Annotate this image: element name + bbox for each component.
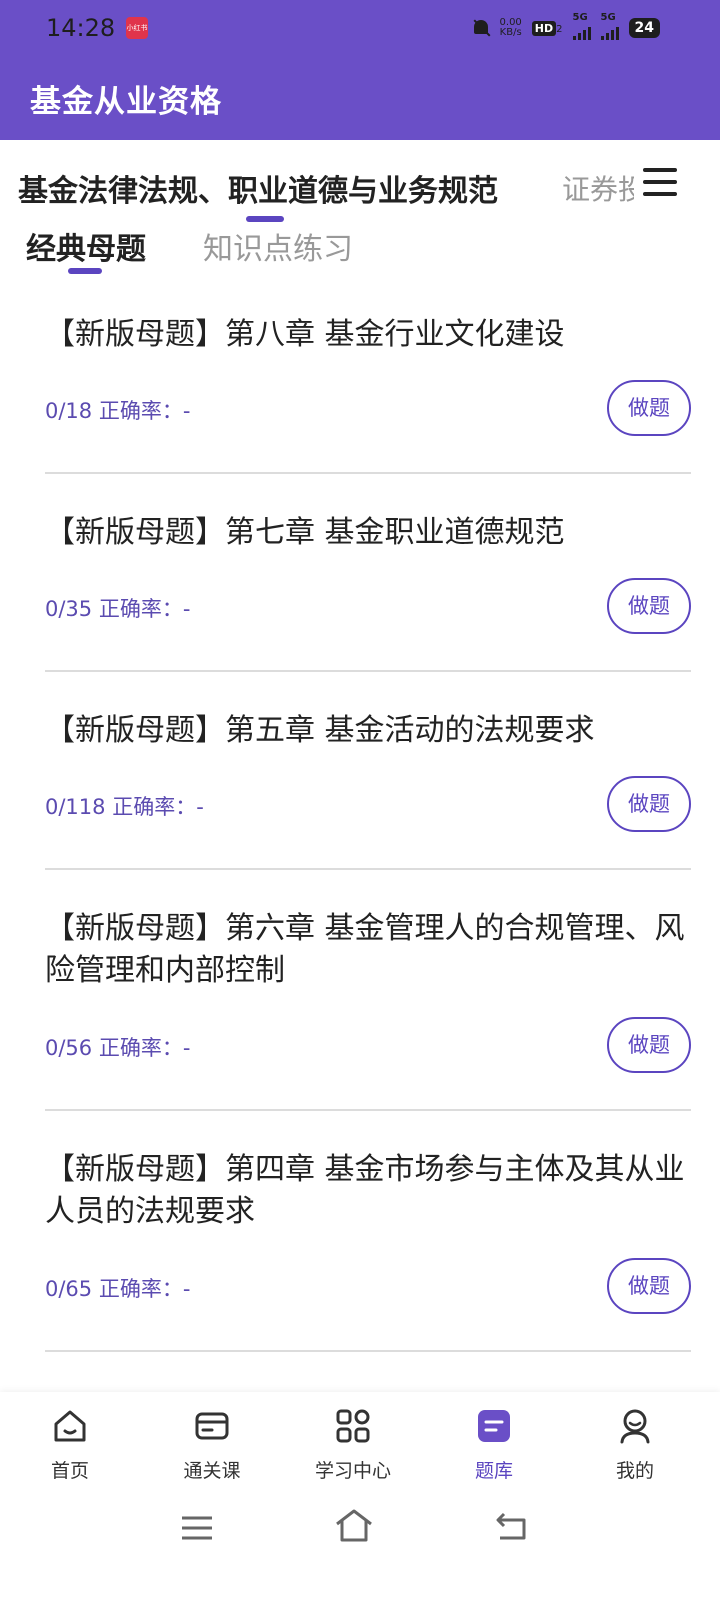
subtab-indicator bbox=[68, 268, 102, 274]
nav-label: 通关课 bbox=[183, 1460, 241, 1482]
nav-study-center[interactable]: 学习中心 bbox=[303, 1406, 403, 1483]
nav-question-bank[interactable]: 题库 bbox=[444, 1406, 544, 1483]
signal-5g-icon: 5G bbox=[572, 12, 591, 40]
nav-label: 我的 bbox=[615, 1460, 654, 1482]
do-questions-button[interactable]: 做题 bbox=[607, 1017, 691, 1073]
system-home-icon[interactable] bbox=[334, 1508, 374, 1542]
item-title: 【新版母题】第六章 基金管理人的合规管理、风险管理和内部控制 bbox=[45, 911, 685, 988]
subject-tab-bar: 基金法律法规、职业道德与业务规范 证券投 bbox=[0, 140, 720, 220]
item-progress: 0/56 正确率：- bbox=[45, 1036, 191, 1060]
system-nav-bar bbox=[0, 1492, 720, 1600]
grid-icon bbox=[333, 1406, 373, 1446]
signal-5g-icon-2: 5G bbox=[600, 12, 619, 40]
item-title: 【新版母题】第七章 基金职业道德规范 bbox=[45, 515, 565, 550]
nav-course[interactable]: 通关课 bbox=[162, 1406, 262, 1483]
notification-app-icon: 小红书 bbox=[126, 17, 148, 39]
status-time: 14:28 bbox=[46, 14, 116, 42]
app-header: 14:28 小红书 0.00 KB/s HD 2 5G 5G 24 基金从业资格 bbox=[0, 0, 720, 140]
bell-muted-icon bbox=[472, 18, 490, 38]
item-progress: 0/35 正确率：- bbox=[45, 597, 191, 621]
home-icon bbox=[50, 1406, 90, 1446]
question-bank-icon bbox=[474, 1406, 514, 1446]
battery-icon: 24 bbox=[628, 18, 660, 38]
subject-tab-active[interactable]: 基金法律法规、职业道德与业务规范 bbox=[18, 166, 498, 210]
nav-label: 题库 bbox=[474, 1460, 513, 1482]
bottom-nav: 首页 通关课 学习中心 题库 我的 bbox=[0, 1392, 720, 1492]
item-progress: 0/18 正确率：- bbox=[45, 399, 191, 423]
list-item[interactable]: 【新版母题】第七章 基金职业道德规范 0/35 正确率：- 做题 bbox=[45, 474, 691, 672]
item-title: 【新版母题】第四章 基金市场参与主体及其从业人员的法规要求 bbox=[45, 1152, 685, 1229]
do-questions-button[interactable]: 做题 bbox=[607, 578, 691, 634]
menu-icon[interactable] bbox=[643, 168, 677, 196]
item-progress: 0/118 正确率：- bbox=[45, 795, 204, 819]
list-item[interactable]: 【新版母题】第六章 基金管理人的合规管理、风险管理和内部控制 0/56 正确率：… bbox=[45, 870, 691, 1111]
profile-icon bbox=[615, 1406, 655, 1446]
item-title: 【新版母题】第五章 基金活动的法规要求 bbox=[45, 713, 595, 748]
nav-profile[interactable]: 我的 bbox=[585, 1406, 685, 1483]
card-icon bbox=[192, 1406, 232, 1446]
nav-home[interactable]: 首页 bbox=[20, 1406, 120, 1483]
subject-tab-indicator bbox=[246, 216, 284, 222]
do-questions-button[interactable]: 做题 bbox=[607, 776, 691, 832]
question-list: 【新版母题】第八章 基金行业文化建设 0/18 正确率：- 做题 【新版母题】第… bbox=[45, 296, 691, 1352]
recent-apps-icon[interactable] bbox=[180, 1514, 214, 1542]
item-title: 【新版母题】第八章 基金行业文化建设 bbox=[45, 317, 565, 352]
list-item[interactable]: 【新版母题】第四章 基金市场参与主体及其从业人员的法规要求 0/65 正确率：-… bbox=[45, 1111, 691, 1352]
status-icons: 0.00 KB/s HD 2 5G 5G 24 bbox=[472, 12, 660, 40]
network-speed: 0.00 KB/s bbox=[499, 17, 522, 38]
do-questions-button[interactable]: 做题 bbox=[607, 1258, 691, 1314]
back-icon[interactable] bbox=[494, 1510, 528, 1542]
subject-tab-next[interactable]: 证券投 bbox=[562, 168, 634, 208]
do-questions-button[interactable]: 做题 bbox=[607, 380, 691, 436]
list-item[interactable]: 【新版母题】第五章 基金活动的法规要求 0/118 正确率：- 做题 bbox=[45, 672, 691, 870]
nav-label: 首页 bbox=[50, 1460, 89, 1482]
nav-label: 学习中心 bbox=[314, 1460, 391, 1482]
tab-classic-questions[interactable]: 经典母题 bbox=[26, 224, 146, 268]
hd-icon: HD 2 bbox=[531, 21, 563, 36]
item-progress: 0/65 正确率：- bbox=[45, 1277, 191, 1301]
list-item[interactable]: 【新版母题】第八章 基金行业文化建设 0/18 正确率：- 做题 bbox=[45, 296, 691, 474]
page-title: 基金从业资格 bbox=[30, 84, 222, 120]
tab-knowledge-practice[interactable]: 知识点练习 bbox=[203, 224, 353, 268]
